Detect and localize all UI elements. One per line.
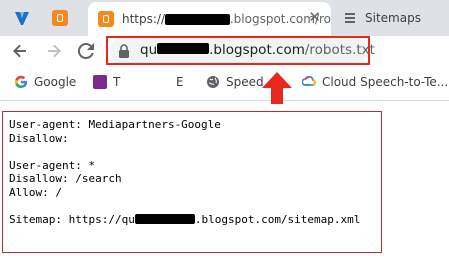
globe-icon xyxy=(207,76,219,88)
bookmark-e[interactable]: E xyxy=(176,75,184,89)
blogger-icon xyxy=(52,10,68,26)
back-arrow-icon xyxy=(13,44,26,58)
close-icon[interactable]: ✕ xyxy=(308,8,321,26)
bookmark-purple-icon xyxy=(93,75,107,89)
bookmark-label: Google xyxy=(34,75,77,89)
annotation-arrow-icon xyxy=(262,72,292,104)
bookmark-t[interactable]: T xyxy=(93,75,120,89)
tab-pinned-blogger[interactable] xyxy=(52,3,74,33)
robots-line: User-agent: * xyxy=(9,158,96,172)
robots-line: .blogspot.com/sitemap.xml xyxy=(194,212,361,226)
forward-arrow-icon xyxy=(48,44,61,58)
redaction-bar xyxy=(165,14,230,25)
redaction-bar xyxy=(134,213,195,224)
sitemaps-icon xyxy=(345,13,355,23)
tab-active[interactable]: https:// .blogspot.com/ro ✕ xyxy=(88,2,331,36)
reload-icon xyxy=(77,42,94,59)
bookmark-cloud-speech[interactable]: Cloud Speech-to-Te... xyxy=(302,75,448,89)
robots-txt-content: User-agent: Mediapartners-Google Disallo… xyxy=(9,118,360,226)
tab-title-prefix: https:// xyxy=(122,12,166,26)
tab-pinned-app[interactable] xyxy=(14,3,36,33)
google-cloud-icon xyxy=(302,75,316,86)
address-highlight-box xyxy=(106,36,370,65)
google-g-icon xyxy=(14,75,28,89)
bookmark-google[interactable]: Google xyxy=(14,75,76,89)
robots-line: User-agent: Mediapartners-Google xyxy=(9,118,221,131)
bookmark-label: E xyxy=(176,75,184,89)
bookmark-label: Speed xyxy=(226,75,264,89)
robots-line: Disallow: /search xyxy=(9,172,122,185)
reload-button[interactable] xyxy=(77,42,94,64)
robots-line: Sitemap: https://qu xyxy=(9,212,135,226)
back-button[interactable] xyxy=(12,43,28,64)
robots-line: Disallow: xyxy=(9,131,69,145)
robots-line: Allow: / xyxy=(9,185,62,199)
bookmark-speed[interactable]: Speed xyxy=(206,75,264,89)
app-v-icon xyxy=(15,12,29,25)
toolbar-divider xyxy=(0,100,449,101)
tab-strip: https:// .blogspot.com/ro ✕ Sitemaps xyxy=(0,0,449,36)
bookmark-label: Cloud Speech-to-Te... xyxy=(322,75,449,89)
blogger-icon xyxy=(98,11,114,27)
tab-title: Sitemaps xyxy=(365,11,421,25)
bookmark-label: T xyxy=(113,75,121,89)
forward-button[interactable] xyxy=(46,43,62,64)
bookmarks-bar: Google T E Speed Cloud Speech-to-Te... xyxy=(0,70,449,96)
tab-sitemaps[interactable]: Sitemaps xyxy=(337,3,447,33)
